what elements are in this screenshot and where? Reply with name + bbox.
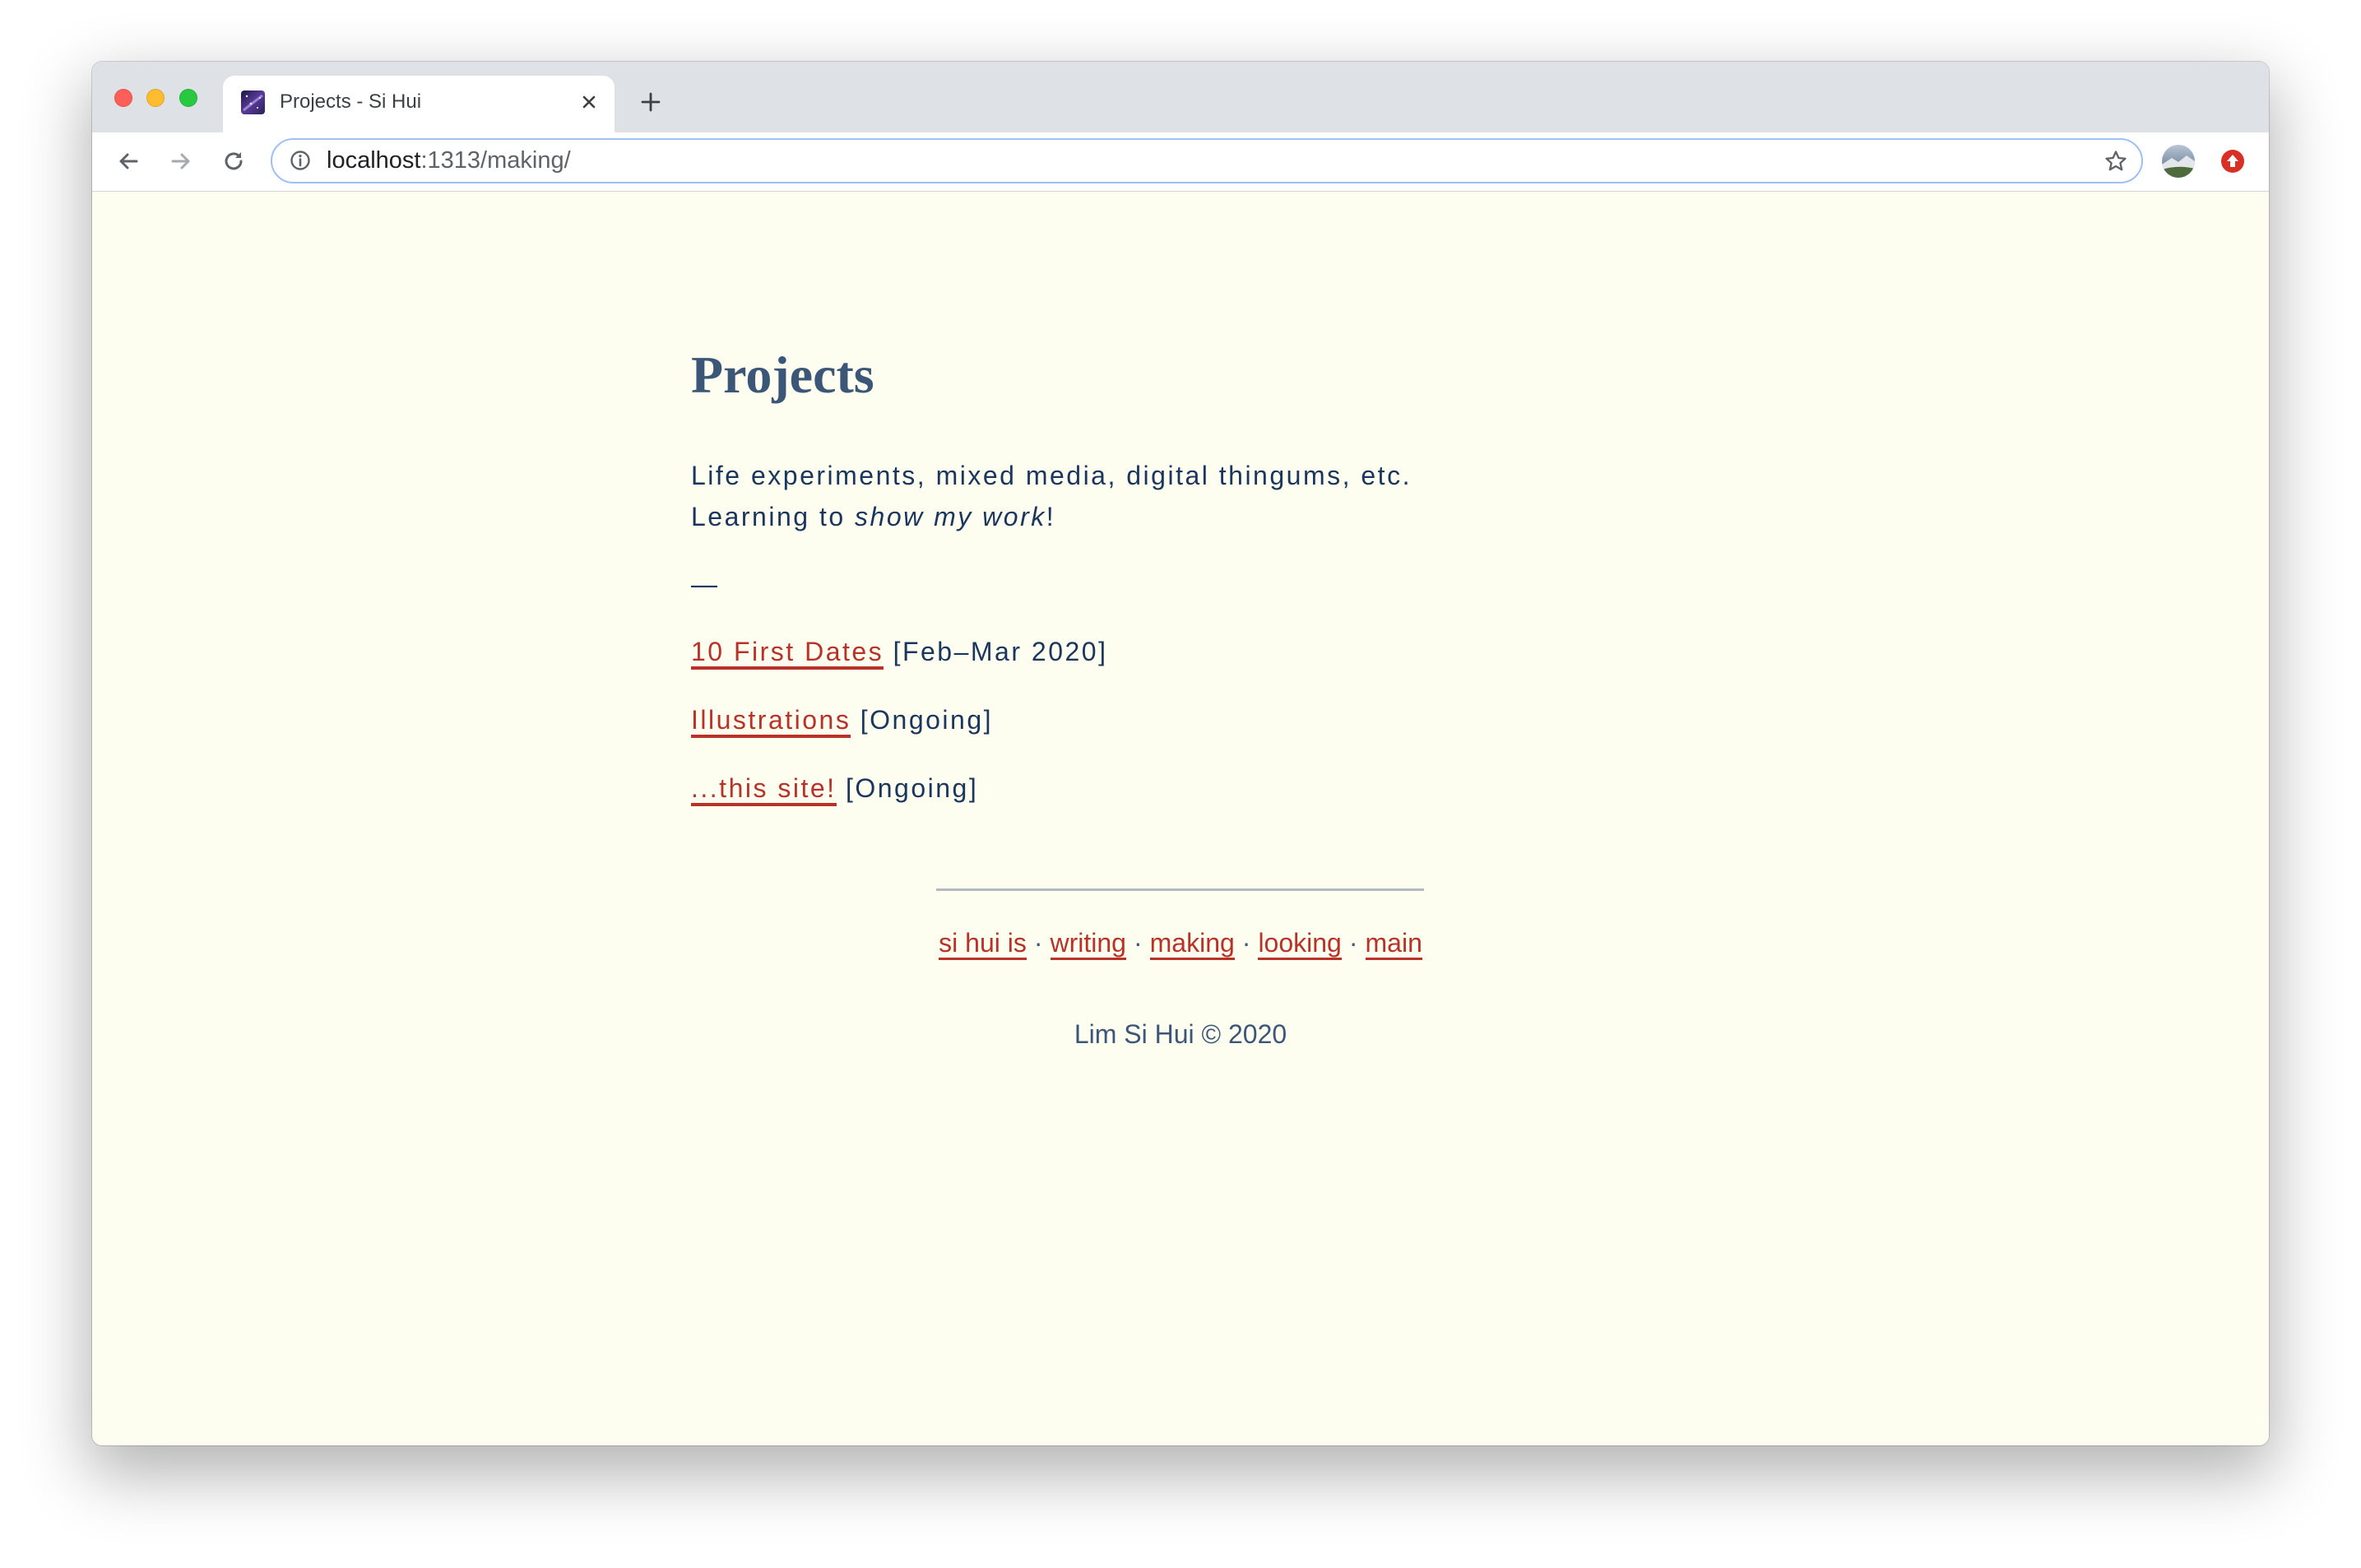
footer-divider	[936, 888, 1424, 891]
tab-projects[interactable]: Projects - Si Hui	[223, 76, 615, 132]
nav-separator: ·	[1133, 928, 1143, 958]
project-note: [Ongoing]	[860, 705, 993, 735]
intro-text: !	[1046, 502, 1056, 531]
window-zoom-button[interactable]	[179, 89, 197, 107]
browser-window: Projects - Si Hui localhost:1313/making/…	[92, 62, 2269, 1445]
project-item: 10 First Dates [Feb–Mar 2020]	[691, 631, 1107, 699]
url-path: :1313/making/	[420, 147, 571, 174]
info-icon[interactable]	[290, 150, 311, 171]
project-link[interactable]: Illustrations	[691, 705, 851, 738]
copyright: Lim Si Hui © 2020	[1074, 1019, 1287, 1049]
project-list: 10 First Dates [Feb–Mar 2020] Illustrati…	[691, 631, 1107, 836]
nav-separator: ·	[1241, 928, 1251, 958]
window-minimize-button[interactable]	[146, 89, 165, 107]
arrow-left-icon[interactable]	[115, 148, 141, 174]
project-link[interactable]: 10 First Dates	[691, 637, 884, 670]
intro-line: Learning to show my work!	[691, 496, 1412, 537]
project-link[interactable]: ...this site!	[691, 773, 837, 806]
star-icon[interactable]	[2104, 149, 2128, 174]
avatar-icon[interactable]	[2162, 145, 2195, 178]
window-close-button[interactable]	[114, 89, 132, 107]
footer-link-main[interactable]: main	[1365, 928, 1422, 960]
footer-link-looking[interactable]: looking	[1258, 928, 1342, 960]
page-title: Projects	[691, 346, 874, 404]
intro-emphasis: show my work	[855, 502, 1046, 531]
url-text[interactable]: localhost:1313/making/	[327, 140, 571, 182]
tab-bar: Projects - Si Hui	[92, 62, 2269, 132]
footer-link-writing[interactable]: writing	[1050, 928, 1126, 960]
arrow-right-icon[interactable]	[168, 148, 194, 174]
intro-text: Learning to	[691, 502, 856, 531]
project-item: Illustrations [Ongoing]	[691, 699, 1107, 768]
project-note: [Feb–Mar 2020]	[893, 637, 1108, 666]
project-note: [Ongoing]	[845, 773, 979, 803]
intro-line: Life experiments, mixed media, digital t…	[691, 461, 1412, 490]
intro-paragraph: Life experiments, mixed media, digital t…	[691, 455, 1412, 537]
address-bar[interactable]: localhost:1313/making/	[271, 138, 2143, 183]
tab-title: Projects - Si Hui	[280, 90, 422, 113]
url-host: localhost	[327, 147, 421, 174]
red-upload-extension-icon[interactable]	[2220, 149, 2245, 174]
project-item: ...this site! [Ongoing]	[691, 768, 1107, 836]
footer-link-making[interactable]: making	[1149, 928, 1235, 960]
close-icon[interactable]	[579, 92, 599, 112]
galaxy-favicon-icon	[241, 90, 265, 114]
toolbar: localhost:1313/making/	[92, 132, 2269, 192]
section-separator: —	[691, 569, 720, 599]
nav-separator: ·	[1033, 928, 1043, 958]
reload-icon[interactable]	[220, 148, 247, 174]
page-content: Projects Life experiments, mixed media, …	[92, 192, 2269, 1445]
plus-icon[interactable]	[638, 90, 663, 114]
footer-nav: si hui is · writing · making · looking · main	[92, 922, 2269, 963]
footer-link-si-hui-is[interactable]: si hui is	[939, 928, 1027, 960]
nav-separator: ·	[1348, 928, 1358, 958]
